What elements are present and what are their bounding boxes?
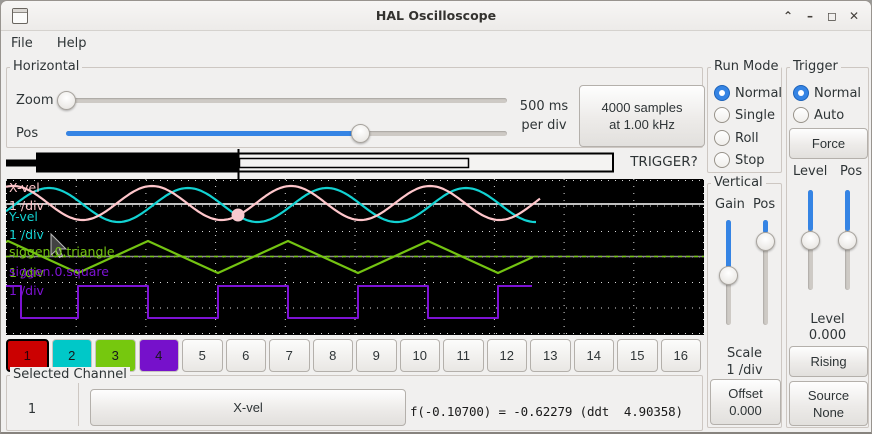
channel-button-8[interactable]: 8	[313, 339, 354, 372]
source-button[interactable]: Source None	[789, 381, 868, 426]
gain-slider-fill	[726, 220, 731, 270]
channel-button-13[interactable]: 13	[530, 339, 571, 372]
run-mode-frame: Run Mode Normal Single Roll Stop	[707, 67, 782, 173]
title-bar: HAL Oscilloscope ⌃ – ◻ ✕	[1, 1, 871, 31]
divider	[78, 383, 79, 426]
trigger-label-normal: Normal	[814, 86, 861, 101]
zoom-slider-track[interactable]	[59, 98, 507, 103]
trigger-level-column-label: Level	[793, 164, 827, 179]
channel3-name-label: siggen.0.triangle	[9, 245, 115, 258]
channel-button-6[interactable]: 6	[226, 339, 267, 372]
channel-button-10[interactable]: 10	[400, 339, 441, 372]
selected-channel-number: 1	[22, 402, 42, 417]
menu-bar: File Help	[1, 31, 871, 59]
window-controls: ⌃ – ◻ ✕	[777, 1, 865, 31]
channel-source-button[interactable]: X-vel	[90, 389, 406, 426]
maximize-icon[interactable]: ◻	[821, 9, 843, 23]
trigger-radio-auto[interactable]	[793, 107, 809, 123]
scale-value: 1 /div	[708, 363, 781, 378]
run-mode-label-stop: Stop	[735, 153, 765, 168]
channel-button-11[interactable]: 11	[443, 339, 484, 372]
pos-slider-handle[interactable]	[351, 124, 370, 143]
shade-icon[interactable]: ⌃	[777, 9, 799, 23]
run-mode-radio-roll[interactable]	[714, 130, 730, 146]
channel-value-readout: f(-0.10700) = -0.62279 (ddt 4.90358)	[410, 404, 683, 419]
vertical-frame: Vertical Gain Pos Scale 1 /div Offset 0.…	[707, 183, 782, 428]
trigger-radio-normal[interactable]	[793, 85, 809, 101]
trigger-point-marker	[232, 209, 245, 222]
trigger-label-auto: Auto	[814, 108, 844, 123]
zoom-slider-handle[interactable]	[57, 91, 76, 110]
trigger-level-value: 0.000	[787, 328, 868, 343]
horizontal-frame-label: Horizontal	[10, 59, 82, 74]
vertical-pos-slider-label: Pos	[753, 197, 775, 212]
trigger-level-slider-fill	[808, 190, 813, 231]
run-mode-radio-normal[interactable]	[714, 85, 730, 101]
record-position-indicator	[1, 147, 711, 181]
channel-button-16[interactable]: 16	[661, 339, 702, 372]
trigger-pos-slider-handle[interactable]	[838, 231, 857, 250]
edge-button[interactable]: Rising	[789, 346, 868, 377]
vertical-pos-slider-handle[interactable]	[756, 232, 775, 251]
trigger-level-title: Level	[787, 312, 868, 327]
menu-file[interactable]: File	[1, 31, 43, 57]
time-per-div-readout: 500 ms per div	[516, 97, 572, 135]
waveform-trace-4	[6, 286, 532, 318]
vertical-frame-label: Vertical	[711, 175, 766, 190]
gain-slider-handle[interactable]	[719, 266, 738, 285]
offset-button[interactable]: Offset 0.000	[710, 379, 781, 425]
run-mode-radio-stop[interactable]	[714, 152, 730, 168]
channel1-name-label: X-vel	[9, 181, 40, 194]
trigger-frame-label: Trigger	[790, 59, 841, 74]
selected-channel-frame-label: Selected Channel	[10, 367, 130, 382]
trigger-frame: Trigger Normal Auto Force Level Pos Leve…	[786, 67, 869, 428]
run-mode-frame-label: Run Mode	[711, 59, 781, 74]
run-mode-label-roll: Roll	[735, 131, 759, 146]
channel4-name-label: siggen.0.square	[9, 265, 109, 278]
trigger-pos-slider-fill	[845, 190, 850, 231]
run-mode-label-normal: Normal	[735, 86, 782, 101]
app-window: HAL Oscilloscope ⌃ – ◻ ✕ File Help Horiz…	[0, 0, 872, 434]
channel-button-14[interactable]: 14	[574, 339, 615, 372]
scale-title: Scale	[708, 346, 781, 361]
channel2-name-label: Y-vel	[9, 210, 38, 223]
trigger-pos-column-label: Pos	[840, 164, 862, 179]
channel-button-12[interactable]: 12	[487, 339, 528, 372]
zoom-slider-label: Zoom	[16, 93, 53, 108]
channel-button-7[interactable]: 7	[269, 339, 310, 372]
pos-slider-label: Pos	[16, 126, 38, 141]
close-icon[interactable]: ✕	[843, 9, 865, 23]
channel-button-9[interactable]: 9	[356, 339, 397, 372]
selected-channel-frame: Selected Channel 1 X-vel f(-0.10700) = -…	[6, 375, 703, 431]
menu-help[interactable]: Help	[47, 31, 97, 57]
run-mode-radio-single[interactable]	[714, 107, 730, 123]
trigger-level-slider-handle[interactable]	[801, 231, 820, 250]
run-mode-label-single: Single	[735, 108, 775, 123]
gain-slider-label: Gain	[715, 197, 745, 212]
waveform-trace-2	[6, 186, 540, 220]
pos-slider-fill	[66, 131, 361, 136]
scope-display: X-vel 1 /div Y-vel 1 /div siggen.0.trian…	[6, 179, 704, 335]
force-button[interactable]: Force	[789, 128, 868, 159]
sample-rate-button[interactable]: 4000 samples at 1.00 kHz	[579, 85, 705, 147]
channel4-scale-label: 1 /div	[9, 284, 44, 297]
channel-button-4[interactable]: 4	[139, 339, 180, 372]
horizontal-frame: Horizontal Zoom Pos 500 ms per div 4000 …	[6, 67, 703, 148]
channel2-scale-label: 1 /div	[9, 228, 44, 241]
trigger-status-label: TRIGGER?	[628, 154, 700, 170]
channel-button-15[interactable]: 15	[617, 339, 658, 372]
minimize-icon[interactable]: –	[799, 9, 821, 23]
window-title: HAL Oscilloscope	[1, 8, 871, 23]
channel-button-5[interactable]: 5	[182, 339, 223, 372]
